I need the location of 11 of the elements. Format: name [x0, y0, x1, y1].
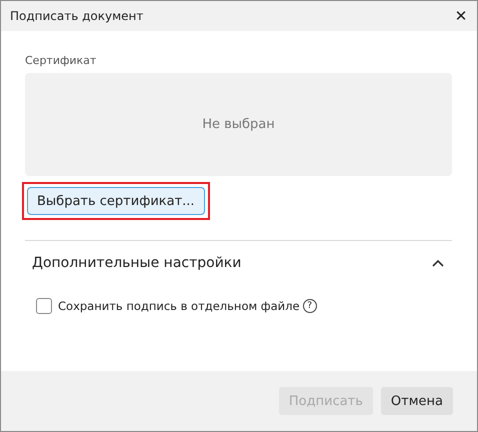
checkbox[interactable] — [36, 298, 52, 314]
help-icon[interactable]: ? — [302, 299, 317, 313]
certificate-label: Сертификат — [25, 54, 96, 67]
certificate-field: Не выбран — [25, 73, 452, 176]
choose-certificate-button[interactable]: Выбрать сертификат... — [27, 187, 205, 215]
section-title: Дополнительные настройки — [32, 255, 242, 271]
chevron-icon[interactable] — [432, 259, 444, 267]
close-button[interactable]: ✕ — [445, 1, 477, 31]
checkbox-label: Сохранить подпись в отдельном файле — [58, 299, 300, 313]
dialog-button[interactable]: Отмена — [380, 387, 453, 415]
window-title: Подписать документ — [10, 9, 144, 23]
